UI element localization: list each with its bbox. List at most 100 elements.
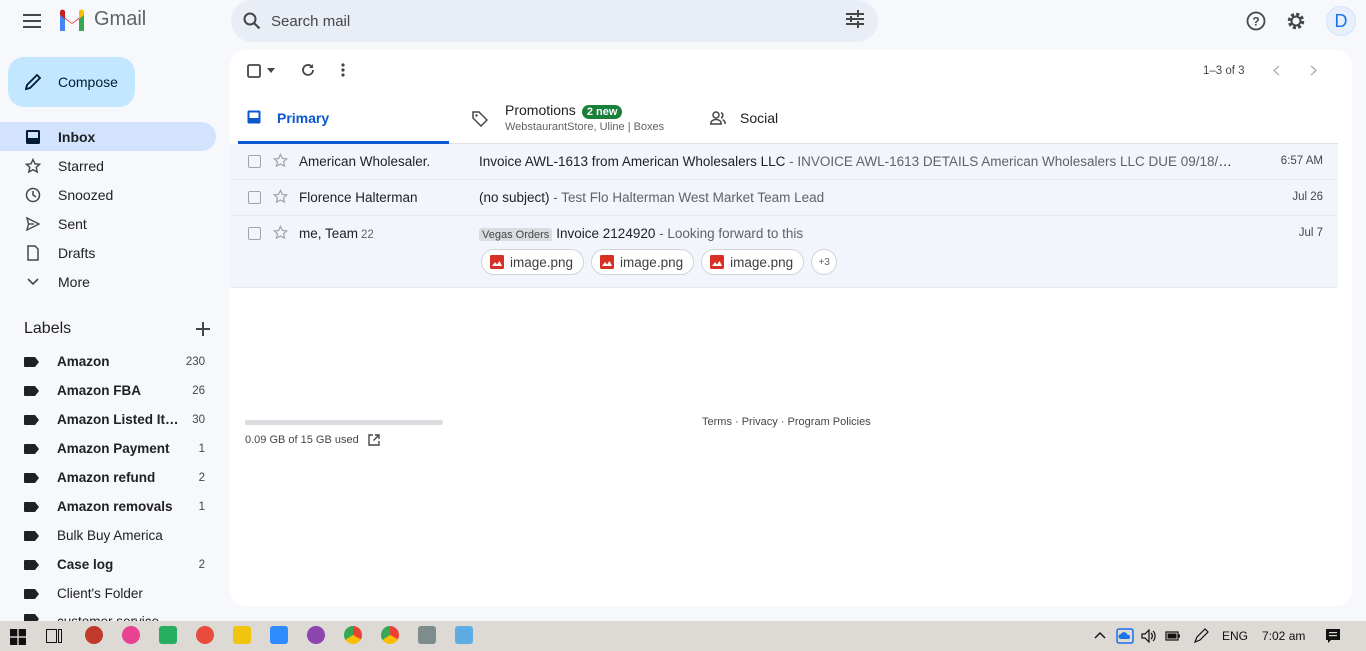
app-header: Gmail ? D — [0, 0, 1366, 42]
label-count: 1 — [198, 500, 205, 513]
storage-meter-fill — [245, 420, 247, 425]
task-view-icon[interactable] — [46, 629, 62, 643]
attachment-chip[interactable]: image.png — [481, 249, 585, 275]
battery-icon[interactable] — [1165, 630, 1181, 642]
label-item[interactable]: Client's Folder — [0, 579, 216, 608]
nav-item-more[interactable]: More — [0, 267, 216, 296]
taskbar-app-music-icon[interactable] — [122, 626, 140, 644]
tab-social[interactable]: Social — [700, 94, 915, 144]
labels-header: Labels — [24, 320, 210, 338]
attachment-name: image.png — [510, 254, 574, 270]
tab-label: Social — [740, 110, 779, 126]
clock-text[interactable]: 7:02 am — [1262, 629, 1305, 643]
nav-item-starred[interactable]: Starred — [0, 151, 216, 180]
main-menu-button[interactable] — [18, 7, 46, 35]
label-item[interactable]: Amazon refund 2 — [0, 463, 216, 492]
taskbar-app-zoom-icon[interactable] — [270, 626, 288, 644]
cloud-icon[interactable] — [1116, 628, 1134, 644]
account-avatar[interactable]: D — [1326, 6, 1356, 36]
chrome-icon[interactable] — [344, 626, 362, 644]
more-options-button[interactable] — [341, 63, 345, 77]
nav-item-snoozed[interactable]: Snoozed — [0, 180, 216, 209]
label-item[interactable]: Amazon FBA 26 — [0, 376, 216, 405]
star-icon[interactable] — [273, 225, 288, 240]
select-all-checkbox[interactable] — [247, 64, 261, 78]
chrome-icon[interactable] — [381, 626, 399, 644]
chevron-down-icon — [24, 273, 42, 291]
row-checkbox[interactable] — [248, 227, 261, 240]
sender-names: me, Team — [299, 226, 359, 241]
row-checkbox[interactable] — [248, 155, 261, 168]
tab-promotions[interactable]: Promotions 2 new WebstaurantStore, Uline … — [472, 94, 687, 144]
search-input[interactable] — [271, 12, 811, 30]
nav-item-drafts[interactable]: Drafts — [0, 238, 216, 267]
attachment-chip[interactable]: image.png — [591, 249, 695, 275]
people-icon — [710, 111, 726, 125]
email-row[interactable]: me, Team 22 Vegas Orders Invoice 2124920 -… — [230, 216, 1338, 288]
gmail-logo[interactable]: Gmail — [58, 8, 146, 31]
search-options-icon[interactable] — [846, 10, 864, 31]
settings-button[interactable] — [1282, 7, 1310, 35]
email-row[interactable]: Florence Halterman (no subject) - Test F… — [230, 180, 1338, 216]
inbox-icon — [247, 110, 261, 124]
email-row[interactable]: American Wholesaler. Invoice AWL-1613 fr… — [230, 144, 1338, 180]
email-subject-line: Invoice AWL-1613 from American Wholesale… — [479, 154, 1239, 169]
label-item[interactable]: Amazon Payment 1 — [0, 434, 216, 463]
label-item[interactable]: Amazon removals 1 — [0, 492, 216, 521]
taskbar-app-purple-icon[interactable] — [307, 626, 325, 644]
label-name: Amazon Listed Ite... — [57, 412, 179, 427]
nav-item-inbox[interactable]: Inbox — [0, 122, 216, 151]
label-item[interactable]: Amazon 230 — [0, 347, 216, 376]
pen-icon[interactable] — [1193, 628, 1209, 644]
chevron-up-icon[interactable] — [1094, 631, 1106, 639]
tab-primary[interactable]: Primary — [238, 94, 449, 144]
search-bar[interactable] — [231, 0, 878, 42]
more-vert-icon — [341, 63, 345, 77]
mail-panel: 1–3 of 3 Primary Promotions 2 new Webstau… — [230, 50, 1352, 606]
email-time: Jul 7 — [1298, 227, 1323, 239]
label-item[interactable]: Bulk Buy America — [0, 521, 216, 550]
star-icon[interactable] — [273, 189, 288, 204]
more-attachments-chip[interactable]: +3 — [811, 249, 838, 275]
notifications-icon[interactable] — [1325, 628, 1341, 644]
older-button[interactable] — [1310, 65, 1317, 76]
refresh-button[interactable] — [301, 63, 315, 77]
label-item[interactable]: Case log 2 — [0, 550, 216, 579]
attachment-chip[interactable]: image.png — [701, 249, 805, 275]
row-checkbox[interactable] — [248, 191, 261, 204]
notepad-icon[interactable] — [455, 626, 473, 644]
label-name: Amazon refund — [57, 470, 156, 485]
calculator-icon[interactable] — [418, 626, 436, 644]
search-icon[interactable] — [241, 10, 263, 32]
language-indicator[interactable]: ENG — [1222, 629, 1248, 643]
label-tag-icon — [24, 443, 39, 454]
pagination-text: 1–3 of 3 — [1203, 65, 1245, 77]
select-dropdown[interactable] — [267, 68, 275, 73]
open-in-new-icon[interactable] — [368, 434, 380, 446]
nav-label: Sent — [58, 215, 87, 232]
volume-icon[interactable] — [1141, 629, 1157, 643]
newer-button[interactable] — [1273, 65, 1280, 76]
compose-button[interactable]: Compose — [8, 57, 135, 107]
taskbar-app-paint-icon[interactable] — [159, 626, 177, 644]
star-icon[interactable] — [273, 153, 288, 168]
attachment-chips: image.png image.png image.png +3 — [481, 249, 838, 275]
tag-icon — [472, 111, 488, 127]
email-snippet: - INVOICE AWL-1613 DETAILS American Whol… — [789, 154, 1239, 169]
windows-start-icon[interactable] — [10, 629, 26, 645]
folder-icon[interactable] — [233, 626, 251, 644]
label-name: Amazon Payment — [57, 441, 170, 456]
nav-item-sent[interactable]: Sent — [0, 209, 216, 238]
email-snippet: - Test Flo Halterman West Market Team Le… — [549, 190, 825, 205]
label-item[interactable]: Amazon Listed Ite... 30 — [0, 405, 216, 434]
add-label-icon[interactable] — [196, 322, 210, 336]
mail-toolbar: 1–3 of 3 — [230, 50, 1352, 92]
attachment-name: image.png — [730, 254, 794, 270]
taskbar-app-shield-icon[interactable] — [85, 626, 103, 644]
email-subject-line: (no subject) - Test Flo Halterman West M… — [479, 190, 1239, 205]
footer-links[interactable]: Terms · Privacy · Program Policies — [702, 416, 871, 428]
support-button[interactable]: ? — [1242, 7, 1270, 35]
label-chip[interactable]: Vegas Orders — [479, 228, 553, 241]
chevron-left-icon — [1273, 65, 1280, 76]
taskbar-app-red-icon[interactable] — [196, 626, 214, 644]
